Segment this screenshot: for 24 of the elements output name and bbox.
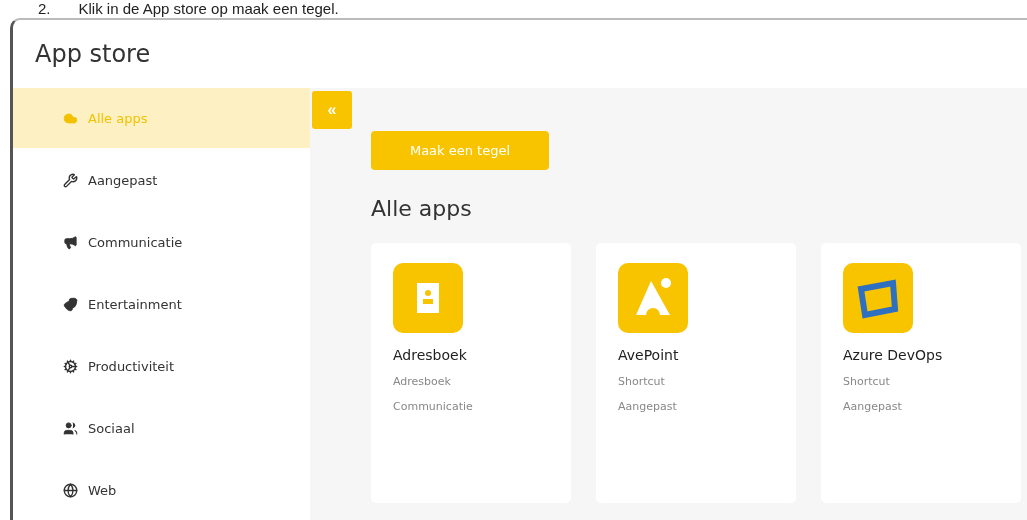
app-category: Aangepast <box>618 400 678 413</box>
wrench-icon <box>63 172 78 188</box>
app-name: Adresboek <box>393 347 468 363</box>
app-type: Adresboek <box>393 375 452 388</box>
address-book-icon <box>393 263 463 333</box>
window-title: App store <box>35 40 151 68</box>
megaphone-icon <box>63 234 78 250</box>
tent-icon <box>618 263 688 333</box>
instruction-text: Klik in de App store op maak een tegel. <box>78 0 339 18</box>
app-card[interactable]: Adresboek Adresboek Communicatie <box>371 243 571 503</box>
app-card[interactable]: AvePoint Shortcut Aangepast <box>596 243 796 503</box>
app-category: Aangepast <box>843 400 903 413</box>
people-icon <box>63 420 78 436</box>
app-category: Communicatie <box>393 400 474 413</box>
app-type: Shortcut <box>843 375 891 388</box>
globe-icon <box>63 482 78 498</box>
step-number: 2. <box>38 0 51 18</box>
section-heading: Alle apps <box>371 196 473 221</box>
app-name: Azure DevOps <box>843 347 944 363</box>
app-card[interactable]: Azure DevOps Shortcut Aangepast <box>821 243 1021 503</box>
gear-icon <box>63 358 78 374</box>
app-name: AvePoint <box>618 347 680 363</box>
cloud-icon <box>63 110 78 126</box>
app-type: Shortcut <box>618 375 666 388</box>
